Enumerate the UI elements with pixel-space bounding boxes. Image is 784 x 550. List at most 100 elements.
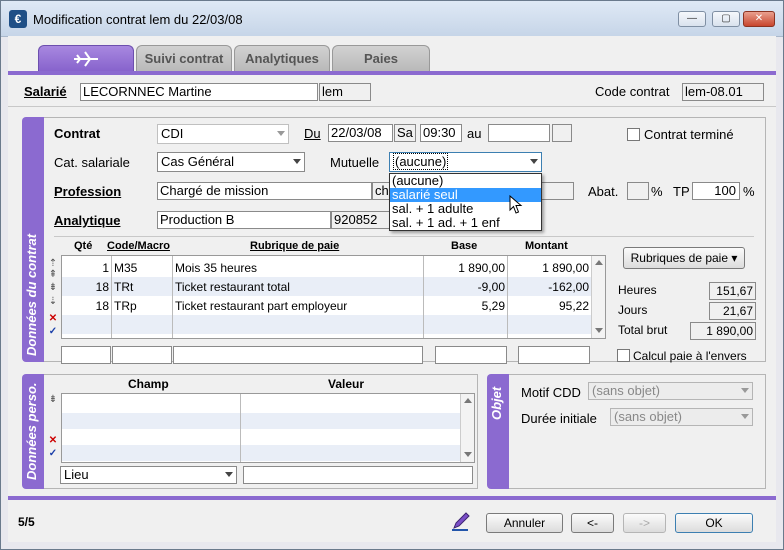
cell-code[interactable]: M35 bbox=[114, 261, 137, 275]
mutuelle-option[interactable]: sal. + 1 ad. + 1 enf bbox=[390, 216, 541, 230]
calcul-envers-checkbox[interactable] bbox=[617, 349, 630, 362]
header-code-macro[interactable]: Code/Macro bbox=[107, 240, 170, 252]
contrat-termine-checkbox[interactable] bbox=[627, 128, 640, 141]
salarie-label[interactable]: Salarié bbox=[24, 84, 67, 99]
cell-montant[interactable]: 95,22 bbox=[508, 299, 589, 313]
app-icon: € bbox=[9, 10, 27, 28]
abat-pct-label: % bbox=[651, 184, 663, 199]
profession-label[interactable]: Profession bbox=[54, 184, 121, 199]
scroll-down-icon[interactable] bbox=[595, 328, 603, 333]
abat-field[interactable] bbox=[627, 182, 649, 200]
divider bbox=[8, 106, 776, 107]
header-champ: Champ bbox=[128, 377, 169, 391]
insert-row-icon[interactable]: ⇟ bbox=[48, 283, 58, 293]
au-day-field bbox=[552, 124, 572, 142]
au-date-field[interactable] bbox=[488, 124, 550, 142]
analytique-code-field: 920852 bbox=[331, 211, 391, 229]
du-label: Du bbox=[304, 126, 321, 141]
perso-grid[interactable] bbox=[61, 393, 475, 463]
validate-row-icon[interactable]: ✓ bbox=[48, 449, 58, 459]
cell-rubrique[interactable]: Mois 35 heures bbox=[175, 261, 257, 275]
chevron-down-icon bbox=[225, 472, 233, 477]
tab-analytiques[interactable]: Analytiques bbox=[234, 45, 330, 71]
tab-underline bbox=[8, 71, 776, 75]
lieu-select[interactable]: Lieu bbox=[60, 466, 237, 484]
profession-field[interactable]: Chargé de mission bbox=[157, 182, 372, 200]
rubrique-input[interactable] bbox=[173, 346, 423, 364]
salarie-code-field: lem bbox=[319, 83, 371, 101]
code-input[interactable] bbox=[112, 346, 172, 364]
tp-field[interactable]: 100 bbox=[692, 182, 740, 200]
validate-row-icon[interactable]: ✓ bbox=[48, 327, 58, 337]
move-top-icon[interactable]: ⇞ bbox=[48, 270, 58, 280]
cell-rubrique[interactable]: Ticket restaurant total bbox=[175, 280, 290, 294]
scroll-down-icon[interactable] bbox=[464, 452, 472, 457]
scroll-up-icon[interactable] bbox=[464, 398, 472, 403]
grid-scrollbar[interactable] bbox=[591, 256, 605, 338]
salarie-name-field[interactable]: LECORNNEC Martine bbox=[80, 83, 318, 101]
ok-button[interactable]: OK bbox=[675, 513, 753, 533]
row-background bbox=[62, 445, 460, 461]
rubriques-button-label: Rubriques de paie bbox=[630, 251, 729, 265]
title-bar[interactable]: € Modification contrat lem du 22/03/08 —… bbox=[1, 1, 783, 37]
cell-base[interactable]: 1 890,00 bbox=[424, 261, 505, 275]
du-time-field[interactable]: 09:30 bbox=[420, 124, 462, 142]
cell-qte[interactable]: 1 bbox=[62, 261, 109, 275]
contrat-label: Contrat bbox=[54, 126, 101, 141]
perso-scrollbar[interactable] bbox=[460, 394, 474, 462]
montant-input[interactable] bbox=[518, 346, 590, 364]
header-rubrique[interactable]: Rubrique de paie bbox=[250, 240, 339, 252]
motif-cdd-value: (sans objet) bbox=[592, 383, 660, 398]
cat-salariale-select[interactable]: Cas Général bbox=[157, 152, 305, 172]
cell-base[interactable]: -9,00 bbox=[424, 280, 505, 294]
mutuelle-select[interactable]: (aucune) bbox=[389, 152, 542, 172]
window-title: Modification contrat lem du 22/03/08 bbox=[33, 12, 243, 27]
delete-row-icon[interactable]: ✕ bbox=[48, 314, 58, 324]
tab-paies[interactable]: Paies bbox=[332, 45, 430, 71]
analytique-label[interactable]: Analytique bbox=[54, 213, 120, 228]
cell-rubrique[interactable]: Ticket restaurant part employeur bbox=[175, 299, 347, 313]
base-input[interactable] bbox=[435, 346, 507, 364]
tp-pct-label: % bbox=[743, 184, 755, 199]
valeur-input[interactable] bbox=[243, 466, 473, 484]
move-up-icon[interactable]: ⇡ bbox=[48, 259, 58, 269]
rubriques-de-paie-button[interactable]: Rubriques de paie ▾ bbox=[623, 247, 745, 269]
minimize-button[interactable]: — bbox=[678, 11, 706, 27]
du-date-field[interactable]: 22/03/08 bbox=[328, 124, 393, 142]
objet-side-title: Objet bbox=[489, 386, 504, 420]
heures-label: Heures bbox=[618, 283, 657, 297]
scroll-up-icon[interactable] bbox=[595, 260, 603, 265]
close-button[interactable]: ✕ bbox=[743, 11, 775, 27]
tab-contrat[interactable] bbox=[38, 45, 134, 71]
previous-button[interactable]: <- bbox=[571, 513, 614, 533]
cell-montant[interactable]: 1 890,00 bbox=[508, 261, 589, 275]
cell-montant[interactable]: -162,00 bbox=[508, 280, 589, 294]
edit-pencil-icon[interactable] bbox=[451, 511, 471, 531]
next-button[interactable]: -> bbox=[623, 513, 666, 533]
cell-qte[interactable]: 18 bbox=[62, 280, 109, 294]
total-brut-label: Total brut bbox=[618, 323, 668, 337]
maximize-button[interactable]: ▢ bbox=[712, 11, 740, 27]
du-day-field: Sa bbox=[394, 124, 416, 142]
cell-base[interactable]: 5,29 bbox=[424, 299, 505, 313]
qte-input[interactable] bbox=[61, 346, 111, 364]
cell-qte[interactable]: 18 bbox=[62, 299, 109, 313]
chevron-down-icon bbox=[741, 414, 749, 419]
mutuelle-option[interactable]: (aucune) bbox=[390, 174, 541, 188]
contrat-side-title: Données du contrat bbox=[24, 233, 39, 356]
insert-row-icon[interactable]: ⇟ bbox=[48, 395, 58, 405]
delete-row-icon[interactable]: ✕ bbox=[48, 436, 58, 446]
duree-initiale-value: (sans objet) bbox=[614, 409, 682, 424]
contrat-select[interactable]: CDI bbox=[157, 124, 289, 144]
cell-code[interactable]: TRt bbox=[114, 280, 133, 294]
duree-initiale-select[interactable]: (sans objet) bbox=[610, 408, 753, 426]
mouse-cursor-icon bbox=[509, 194, 523, 215]
tab-suivi-contrat[interactable]: Suivi contrat bbox=[136, 45, 232, 71]
abat-label: Abat. bbox=[588, 184, 619, 199]
annuler-button[interactable]: Annuler bbox=[486, 513, 563, 533]
pay-grid[interactable]: 1 M35 Mois 35 heures 1 890,00 1 890,00 1… bbox=[61, 255, 606, 339]
move-down-icon[interactable]: ⇣ bbox=[48, 297, 58, 307]
motif-cdd-select[interactable]: (sans objet) bbox=[588, 382, 753, 400]
analytique-field[interactable]: Production B bbox=[157, 211, 331, 229]
cell-code[interactable]: TRp bbox=[114, 299, 137, 313]
